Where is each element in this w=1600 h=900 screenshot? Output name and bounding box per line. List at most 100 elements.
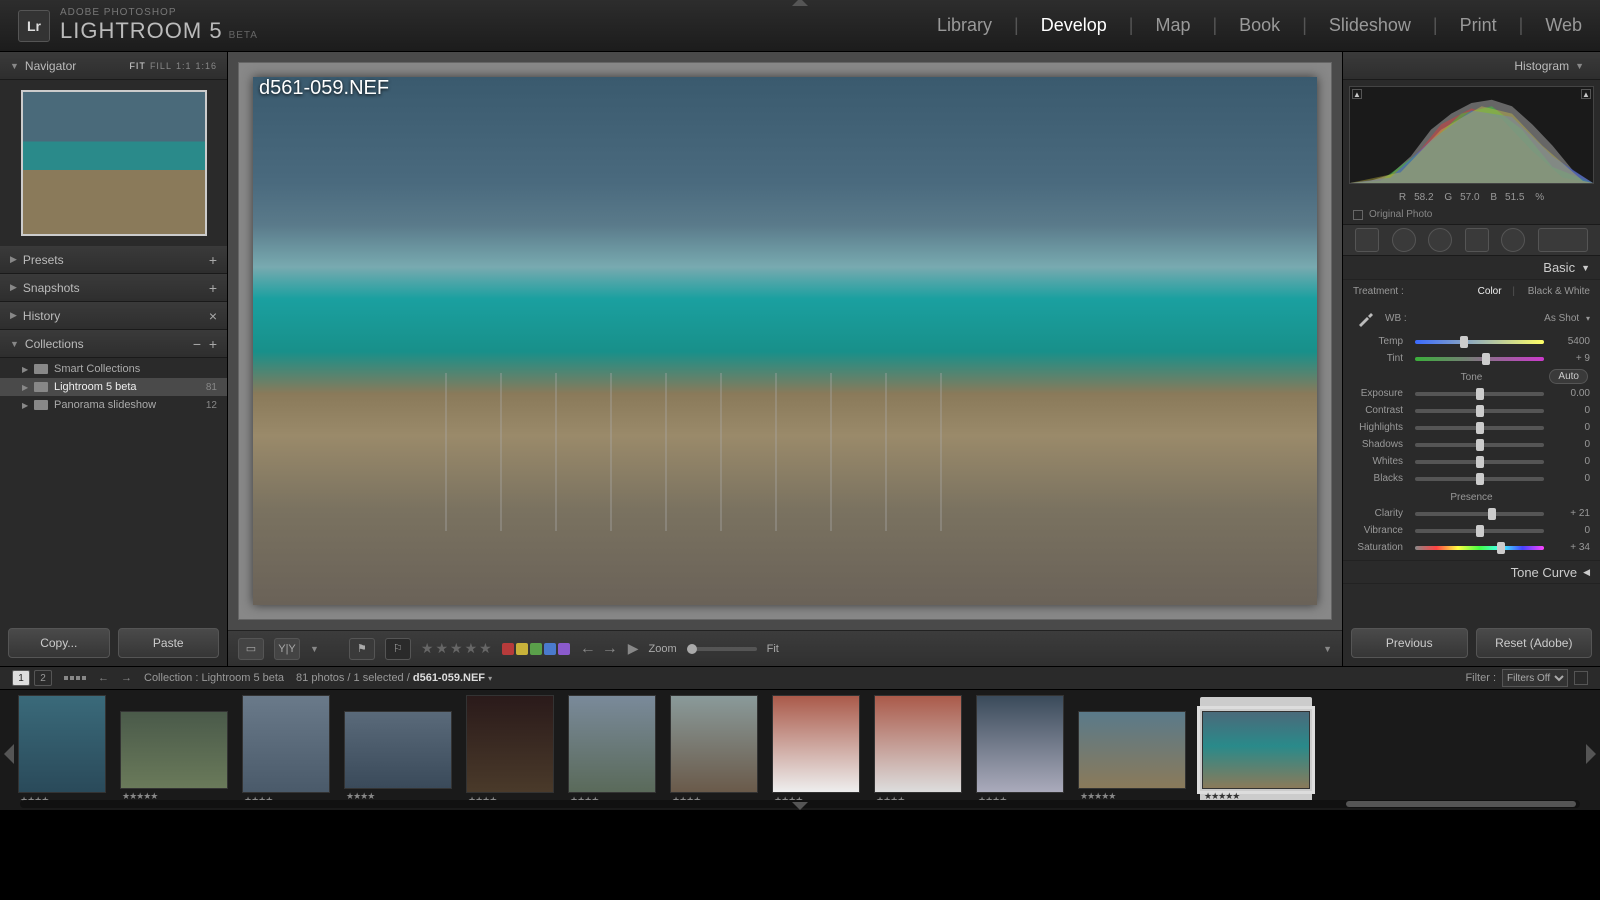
module-develop[interactable]: Develop [1041, 15, 1107, 36]
whites-value[interactable]: 0 [1550, 456, 1590, 467]
nav-back-icon[interactable]: ← [98, 672, 109, 684]
filmstrip-thumbnail[interactable]: ★★★★★ [1078, 699, 1186, 802]
contrast-value[interactable]: 0 [1550, 405, 1590, 416]
blacks-value[interactable]: 0 [1550, 473, 1590, 484]
temp-slider[interactable] [1415, 340, 1544, 344]
grid-view-icon[interactable] [64, 676, 86, 680]
vibrance-slider[interactable] [1415, 529, 1544, 533]
blacks-slider[interactable] [1415, 477, 1544, 481]
auto-tone-button[interactable]: Auto [1549, 369, 1588, 384]
nav-forward-icon[interactable]: → [121, 672, 132, 684]
zoom-FILL[interactable]: FILL [150, 61, 172, 71]
color-label-swatch[interactable] [502, 643, 514, 655]
tonecurve-panel-header[interactable]: Tone Curve ◀ [1343, 560, 1600, 584]
spot-removal-tool[interactable] [1392, 228, 1416, 252]
tint-slider[interactable] [1415, 357, 1544, 361]
redeye-tool[interactable] [1428, 228, 1452, 252]
wb-eyedropper-tool[interactable] [1353, 305, 1379, 331]
filter-dropdown[interactable]: Filters Off [1502, 669, 1568, 687]
contrast-slider[interactable] [1415, 409, 1544, 413]
adjustment-brush-tool[interactable] [1538, 228, 1588, 252]
filter-lock-icon[interactable] [1574, 671, 1588, 685]
prev-photo-button[interactable]: ← [580, 640, 596, 658]
zoom-FIT[interactable]: FIT [129, 61, 146, 71]
zoom-1-1[interactable]: 1:1 [176, 61, 192, 71]
exposure-value[interactable]: 0.00 [1550, 388, 1590, 399]
zoom-1-16[interactable]: 1:16 [195, 61, 217, 71]
collection-item[interactable]: ▶Lightroom 5 beta81 [0, 378, 227, 396]
module-slideshow[interactable]: Slideshow [1329, 15, 1411, 36]
dropdown-icon[interactable]: ▼ [310, 644, 319, 654]
temp-value[interactable]: 5400 [1550, 336, 1590, 347]
exposure-slider[interactable] [1415, 392, 1544, 396]
histogram-display[interactable]: ▲ ▲ [1349, 86, 1594, 184]
filmstrip-thumbnail[interactable]: ★★★★★ [120, 699, 228, 802]
reset-button[interactable]: Reset (Adobe) [1476, 628, 1593, 658]
color-label-swatch[interactable] [558, 643, 570, 655]
tint-value[interactable]: + 9 [1550, 353, 1590, 364]
filmstrip-thumbnail[interactable]: ★★★★★ [1200, 697, 1312, 804]
navigator-preview[interactable] [0, 80, 227, 246]
loupe-view-button[interactable]: ▭ [238, 638, 264, 660]
clarity-slider[interactable] [1415, 512, 1544, 516]
collapse-bottom-icon[interactable] [792, 802, 808, 810]
previous-button[interactable]: Previous [1351, 628, 1468, 658]
radial-filter-tool[interactable] [1501, 228, 1525, 252]
before-after-button[interactable]: Y|Y [274, 638, 300, 660]
color-label-swatch[interactable] [530, 643, 542, 655]
collections-panel-header[interactable]: ▼ Collections − + [0, 330, 227, 358]
treatment-color[interactable]: Color [1478, 286, 1502, 297]
history-panel-header[interactable]: ▶ History × [0, 302, 227, 330]
shadows-slider[interactable] [1415, 443, 1544, 447]
snapshots-panel-header[interactable]: ▶ Snapshots + [0, 274, 227, 302]
play-slideshow-button[interactable]: ▶ [628, 640, 639, 657]
navigator-panel-header[interactable]: ▼ Navigator FITFILL1:11:16 [0, 52, 227, 80]
module-print[interactable]: Print [1460, 15, 1497, 36]
breadcrumb[interactable]: Collection : Lightroom 5 beta [144, 672, 284, 684]
vibrance-value[interactable]: 0 [1550, 525, 1590, 536]
flag-pick-button[interactable]: ⚑ [349, 638, 375, 660]
presets-panel-header[interactable]: ▶ Presets + [0, 246, 227, 274]
flag-reject-button[interactable]: ⚐ [385, 638, 411, 660]
module-book[interactable]: Book [1239, 15, 1280, 36]
module-web[interactable]: Web [1545, 15, 1582, 36]
histogram-panel-header[interactable]: Histogram ▼ [1343, 52, 1600, 80]
filmstrip-thumbnail[interactable]: ★★★★ [976, 695, 1064, 806]
module-library[interactable]: Library [937, 15, 992, 36]
collection-item[interactable]: ▶Panorama slideshow12 [0, 396, 227, 414]
paste-settings-button[interactable]: Paste [118, 628, 220, 658]
filmstrip-thumbnail[interactable]: ★★★★ [18, 695, 106, 806]
next-photo-button[interactable]: → [602, 640, 618, 658]
shadow-clip-indicator[interactable]: ▲ [1352, 89, 1362, 99]
filmstrip-thumbnail[interactable]: ★★★★ [568, 695, 656, 806]
copy-settings-button[interactable]: Copy... [8, 628, 110, 658]
saturation-slider[interactable] [1415, 546, 1544, 550]
filmstrip-thumbnail[interactable]: ★★★★ [874, 695, 962, 806]
clear-icon[interactable]: × [209, 308, 217, 324]
color-label-swatch[interactable] [516, 643, 528, 655]
saturation-value[interactable]: + 34 [1550, 542, 1590, 553]
filmstrip-scroll-right-icon[interactable] [1586, 744, 1596, 764]
add-icon[interactable]: + [209, 280, 217, 296]
color-label-swatch[interactable] [544, 643, 556, 655]
add-icon[interactable]: − + [193, 336, 217, 352]
filmstrip-thumbnail[interactable]: ★★★★ [670, 695, 758, 806]
filmstrip-thumbnail[interactable]: ★★★★ [772, 695, 860, 806]
image-canvas[interactable]: d561-059.NEF [238, 62, 1332, 620]
filmstrip-thumbnail[interactable]: ★★★★ [242, 695, 330, 806]
clarity-value[interactable]: + 21 [1550, 508, 1590, 519]
add-icon[interactable]: + [209, 252, 217, 268]
collection-item[interactable]: ▶Smart Collections [0, 360, 227, 378]
scrollbar-handle[interactable] [1346, 801, 1576, 807]
toolbar-menu-icon[interactable]: ▼ [1323, 644, 1332, 654]
treatment-bw[interactable]: Black & White [1528, 286, 1590, 297]
zoom-slider[interactable] [687, 647, 757, 651]
collapse-top-icon[interactable] [792, 0, 808, 6]
crop-tool[interactable] [1355, 228, 1379, 252]
graduated-filter-tool[interactable] [1465, 228, 1489, 252]
filmstrip-scroll-left-icon[interactable] [4, 744, 14, 764]
highlights-value[interactable]: 0 [1550, 422, 1590, 433]
highlight-clip-indicator[interactable]: ▲ [1581, 89, 1591, 99]
rating-stars[interactable]: ★★★★★ [421, 640, 492, 657]
filmstrip-thumbnail[interactable]: ★★★★ [344, 699, 452, 802]
